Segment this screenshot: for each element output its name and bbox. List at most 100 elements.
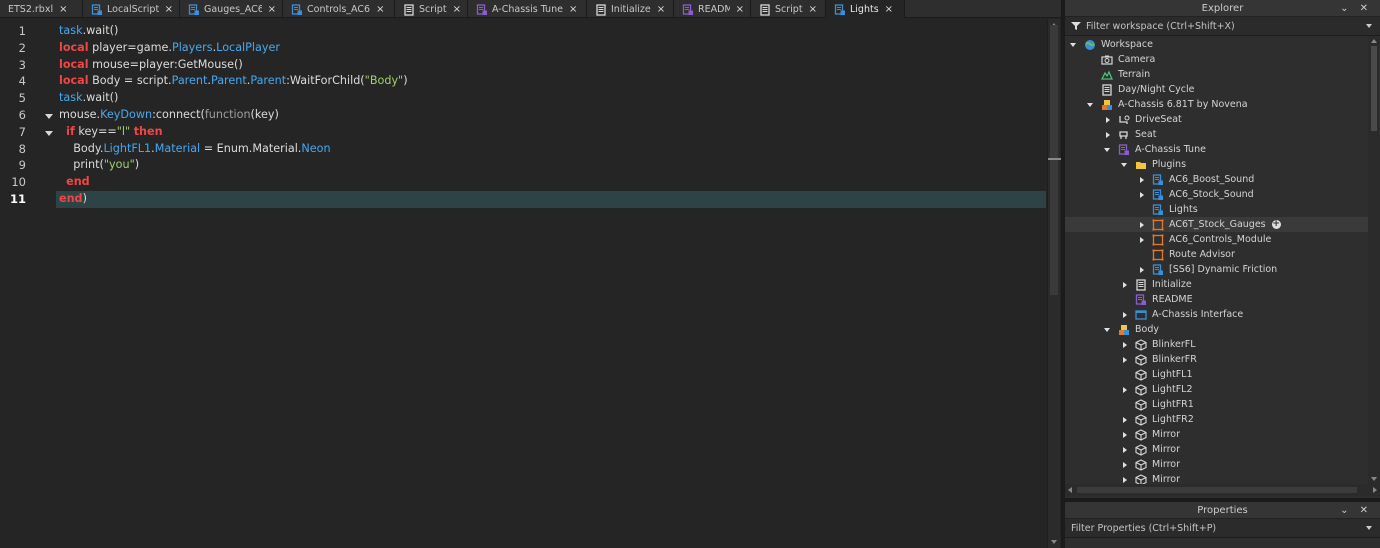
tree-item-day-night-cycle[interactable]: Day/Night Cycle: [1065, 82, 1368, 97]
code-line[interactable]: mouse.KeyDown:connect(function(key): [59, 108, 279, 125]
close-icon[interactable]: ×: [376, 4, 384, 15]
tree-item-lightfr2[interactable]: LightFR2: [1065, 412, 1368, 427]
tree-item-a-chassis-tune[interactable]: A-Chassis Tune: [1065, 142, 1368, 157]
tree-item-readme[interactable]: README: [1065, 292, 1368, 307]
expand-arrow-icon[interactable]: [1138, 236, 1146, 244]
expand-arrow-icon[interactable]: [1121, 476, 1129, 484]
filter-dropdown-icon[interactable]: [1366, 526, 1372, 530]
fold-arrow-icon[interactable]: [45, 114, 53, 119]
expand-arrow-icon[interactable]: [1121, 341, 1129, 349]
explorer-tree[interactable]: Workspace Camera Terrain Day/Night Cycle A-C…: [1065, 36, 1368, 484]
scroll-down-arrow-icon[interactable]: [1371, 477, 1377, 481]
add-object-icon[interactable]: +: [1271, 220, 1281, 229]
tab-lights[interactable]: Lights ×: [826, 0, 905, 18]
properties-window-controls[interactable]: ⌄ ✕: [1340, 502, 1372, 519]
expand-arrow-icon[interactable]: [1121, 416, 1129, 424]
close-icon[interactable]: ×: [809, 4, 817, 15]
tree-item-workspace[interactable]: Workspace: [1065, 37, 1368, 52]
tree-item-driveseat[interactable]: DriveSeat: [1065, 112, 1368, 127]
expand-arrow-icon[interactable]: [1104, 131, 1112, 139]
close-icon[interactable]: ×: [59, 4, 67, 15]
tree-item-terrain[interactable]: Terrain: [1065, 67, 1368, 82]
tree-item-blinkerfr[interactable]: BlinkerFR: [1065, 352, 1368, 367]
code-line[interactable]: end): [59, 192, 87, 209]
tree-item-mirror[interactable]: Mirror: [1065, 457, 1368, 472]
code-line[interactable]: task.wait(): [59, 24, 118, 41]
tree-item-lightfl2[interactable]: LightFL2: [1065, 382, 1368, 397]
tree-item-ac6-controls-module[interactable]: AC6_Controls_Module: [1065, 232, 1368, 247]
fold-arrow-icon[interactable]: [45, 130, 53, 136]
tab-script[interactable]: Script ×: [751, 0, 826, 18]
tree-item-lightfl1[interactable]: LightFL1: [1065, 367, 1368, 382]
code-line[interactable]: local player=game.Players.LocalPlayer: [59, 41, 280, 58]
tab-ets2-rbxl[interactable]: ETS2.rbxl ×: [0, 0, 83, 18]
code-line[interactable]: end: [59, 175, 90, 192]
tab-a-chassis-tune[interactable]: A-Chassis Tune ×: [468, 0, 587, 18]
scrollbar-thumb[interactable]: [1050, 25, 1058, 295]
expand-arrow-icon[interactable]: [1138, 176, 1146, 184]
close-icon[interactable]: ×: [657, 4, 665, 15]
tree-item-lights[interactable]: Lights: [1065, 202, 1368, 217]
close-icon[interactable]: ×: [165, 4, 173, 15]
tree-item-plugins[interactable]: Plugins: [1065, 157, 1368, 172]
explorer-filter-input[interactable]: Filter workspace (Ctrl+Shift+X): [1065, 17, 1380, 36]
close-icon[interactable]: ×: [569, 4, 577, 15]
properties-filter-input[interactable]: Filter Properties (Ctrl+Shift+P): [1065, 519, 1380, 538]
tree-item-blinkerfl[interactable]: BlinkerFL: [1065, 337, 1368, 352]
expand-arrow-icon[interactable]: [1121, 446, 1129, 454]
tab-initialize[interactable]: Initialize ×: [587, 0, 674, 18]
scrollbar-thumb[interactable]: [1371, 46, 1377, 131]
expand-arrow-icon[interactable]: [1104, 116, 1112, 124]
tree-item-mirror[interactable]: Mirror: [1065, 472, 1368, 484]
collapse-arrow-icon[interactable]: [1104, 326, 1112, 334]
tree-item-seat[interactable]: Seat: [1065, 127, 1368, 142]
collapse-arrow-icon[interactable]: [1087, 101, 1095, 109]
expand-arrow-icon[interactable]: [1121, 281, 1129, 289]
code-line[interactable]: Body.LightFL1.Material = Enum.Material.N…: [59, 142, 330, 159]
expand-arrow-icon[interactable]: [1138, 266, 1146, 274]
code-line[interactable]: local mouse=player:GetMouse(): [59, 58, 243, 75]
tree-item-body[interactable]: Body: [1065, 322, 1368, 337]
code-area[interactable]: task.wait() local player=game.Players.Loc…: [56, 19, 1047, 548]
scroll-up-arrow-icon[interactable]: [1371, 39, 1377, 43]
collapse-arrow-icon[interactable]: [1070, 41, 1078, 49]
tree-item-ss6-dynamic-friction[interactable]: [SS6] Dynamic Friction: [1065, 262, 1368, 277]
expand-arrow-icon[interactable]: [1138, 191, 1146, 199]
tab-script[interactable]: Script ×: [395, 0, 468, 18]
tree-item-a-chassis-interface[interactable]: A-Chassis Interface: [1065, 307, 1368, 322]
tree-item-camera[interactable]: Camera: [1065, 52, 1368, 67]
scrollbar-thumb[interactable]: [1077, 487, 1357, 493]
tab-gauges-ac6[interactable]: Gauges_AC6 ×: [180, 0, 283, 18]
tab-readme[interactable]: README ×: [674, 0, 751, 18]
tree-item-mirror[interactable]: Mirror: [1065, 427, 1368, 442]
scroll-left-arrow-icon[interactable]: [1068, 487, 1072, 493]
editor-vertical-scrollbar[interactable]: [1047, 19, 1061, 548]
explorer-vertical-scrollbar[interactable]: [1368, 36, 1380, 484]
tab-controls-ac6[interactable]: Controls_AC6 ×: [283, 0, 395, 18]
expand-arrow-icon[interactable]: [1121, 311, 1129, 319]
expand-arrow-icon[interactable]: [1121, 431, 1129, 439]
scroll-down-arrow-icon[interactable]: [1051, 540, 1057, 544]
code-line[interactable]: print("you"): [59, 158, 139, 175]
tree-item-ac6-boost-sound[interactable]: AC6_Boost_Sound: [1065, 172, 1368, 187]
code-line[interactable]: task.wait(): [59, 91, 118, 108]
tree-item-a-chassis-6-81t-by-novena[interactable]: A-Chassis 6.81T by Novena: [1065, 97, 1368, 112]
close-icon[interactable]: ×: [268, 4, 276, 15]
code-line[interactable]: local Body = script.Parent.Parent.Parent…: [59, 74, 408, 91]
tree-item-route-advisor[interactable]: Route Advisor: [1065, 247, 1368, 262]
expand-arrow-icon[interactable]: [1121, 356, 1129, 364]
tab-localscript[interactable]: LocalScript ×: [83, 0, 180, 18]
expand-arrow-icon[interactable]: [1138, 221, 1146, 229]
tree-item-mirror[interactable]: Mirror: [1065, 442, 1368, 457]
explorer-window-controls[interactable]: ⌄ ✕: [1340, 0, 1372, 17]
explorer-horizontal-scrollbar[interactable]: [1065, 484, 1380, 496]
close-icon[interactable]: ×: [453, 4, 461, 15]
tree-item-initialize[interactable]: Initialize: [1065, 277, 1368, 292]
scroll-right-arrow-icon[interactable]: [1373, 487, 1377, 493]
expand-arrow-icon[interactable]: [1121, 461, 1129, 469]
expand-arrow-icon[interactable]: [1121, 386, 1129, 394]
code-line[interactable]: if key=="l" then: [59, 125, 162, 142]
close-icon[interactable]: ×: [885, 4, 893, 15]
tree-item-ac6t-stock-gauges[interactable]: AC6T_Stock_Gauges +: [1065, 217, 1368, 232]
tree-item-lightfr1[interactable]: LightFR1: [1065, 397, 1368, 412]
